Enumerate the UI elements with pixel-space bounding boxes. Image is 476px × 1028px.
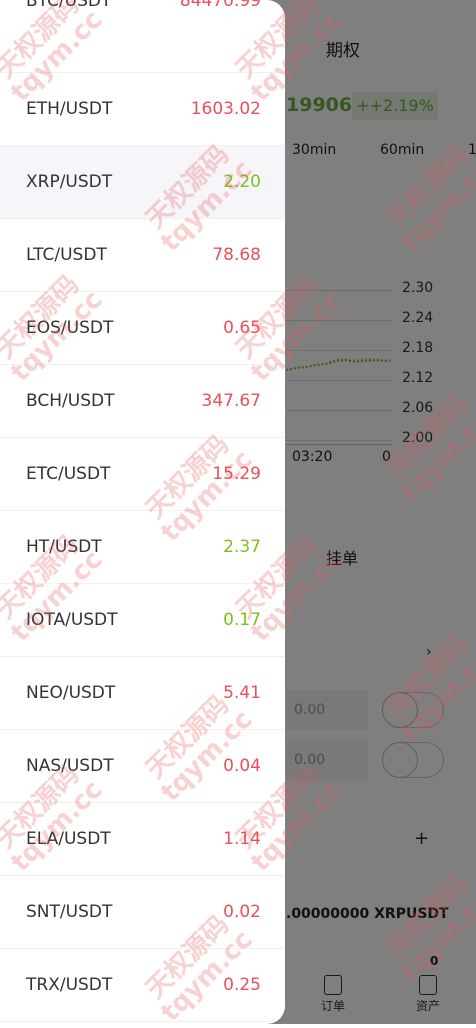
pair-price: 1.14: [223, 829, 261, 849]
pair-row-snt-usdt[interactable]: SNT/USDT 0.02: [0, 876, 285, 949]
pair-row-iota-usdt[interactable]: IOTA/USDT 0.17: [0, 584, 285, 657]
pair-row-ltc-usdt[interactable]: LTC/USDT 78.68: [0, 219, 285, 292]
pair-row-etc-usdt[interactable]: ETC/USDT 15.29: [0, 438, 285, 511]
pair-symbol: ELA/USDT: [26, 829, 111, 849]
pair-row-xrp-usdt[interactable]: XRP/USDT 2.20: [0, 146, 285, 219]
pair-symbol: TRX/USDT: [26, 975, 113, 995]
pair-symbol: SNT/USDT: [26, 902, 113, 922]
pair-row-btc-usdt[interactable]: BTC/USDT 84470.99: [0, 0, 285, 73]
pair-symbol: NAS/USDT: [26, 756, 114, 776]
pair-price: 2.37: [223, 537, 261, 557]
pair-row-neo-usdt[interactable]: NEO/USDT 5.41: [0, 657, 285, 730]
pair-price: 0.02: [223, 902, 261, 922]
pair-row-ela-usdt[interactable]: ELA/USDT 1.14: [0, 803, 285, 876]
pair-price: 0.65: [223, 318, 261, 338]
pair-symbol: ETH/USDT: [26, 99, 113, 119]
trading-pair-drawer: BTC/USDT 84470.99 ETH/USDT 1603.02 XRP/USDT 2…: [0, 0, 285, 1024]
pair-price: 0.25: [223, 975, 261, 995]
pair-symbol: BTC/USDT: [26, 0, 112, 11]
pair-price: 0.17: [223, 610, 261, 630]
pair-symbol: HT/USDT: [26, 537, 102, 557]
pair-price: 2.20: [223, 172, 261, 192]
pair-symbol: ETC/USDT: [26, 464, 111, 484]
pair-row-eth-usdt[interactable]: ETH/USDT 1603.02: [0, 73, 285, 146]
pair-price: 1603.02: [190, 99, 261, 119]
pair-price: 5.41: [223, 683, 261, 703]
pair-row-nas-usdt[interactable]: NAS/USDT 0.04: [0, 730, 285, 803]
pair-price: 78.68: [212, 245, 261, 265]
pair-row-ht-usdt[interactable]: HT/USDT 2.37: [0, 511, 285, 584]
pair-symbol: XRP/USDT: [26, 172, 113, 192]
pair-list: BTC/USDT 84470.99 ETH/USDT 1603.02 XRP/USDT 2…: [0, 0, 285, 1022]
pair-symbol: LTC/USDT: [26, 245, 107, 265]
pair-price: 84470.99: [179, 0, 261, 11]
pair-row-bch-usdt[interactable]: BCH/USDT 347.67: [0, 365, 285, 438]
pair-symbol: IOTA/USDT: [26, 610, 118, 630]
pair-row-trx-usdt[interactable]: TRX/USDT 0.25: [0, 949, 285, 1022]
pair-symbol: NEO/USDT: [26, 683, 116, 703]
pair-price: 0.04: [223, 756, 261, 776]
pair-symbol: EOS/USDT: [26, 318, 114, 338]
pair-price: 15.29: [212, 464, 261, 484]
pair-price: 347.67: [201, 391, 261, 411]
pair-row-eos-usdt[interactable]: EOS/USDT 0.65: [0, 292, 285, 365]
pair-symbol: BCH/USDT: [26, 391, 115, 411]
